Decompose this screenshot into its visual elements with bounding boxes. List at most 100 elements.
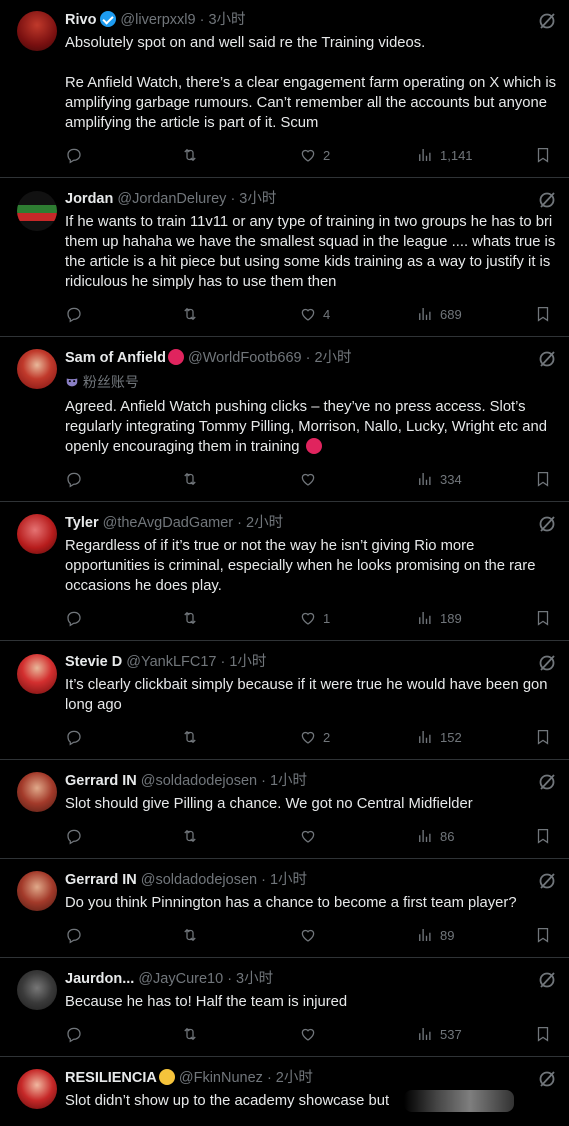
like-button[interactable] [299,925,317,945]
reply-button[interactable] [65,304,83,324]
reply-button[interactable] [65,608,83,628]
user-handle[interactable]: @JordanDelurey [117,191,226,207]
user-handle[interactable]: @WorldFootb669 [188,350,302,366]
avatar[interactable] [17,772,57,812]
tweet-item[interactable]: Rivo @liverpxxl9 · 3小时 Absolutely spot on… [0,0,569,178]
avatar[interactable] [17,970,57,1010]
tweet-header: Gerrard IN @soldadodejosen · 1小时 [65,771,307,791]
views-button[interactable]: 334 [416,469,462,489]
tweet-item[interactable]: Jaurdon... @JayCure10 · 3小时 Because he h… [0,958,569,1057]
avatar[interactable] [17,514,57,554]
user-handle[interactable]: @JayCure10 [138,971,223,987]
reply-button[interactable] [65,145,83,165]
bookmark-button[interactable] [534,727,552,747]
avatar[interactable] [17,191,57,231]
avatar[interactable] [17,871,57,911]
bookmark-button[interactable] [534,608,552,628]
bookmark-button[interactable] [534,1024,552,1044]
tweet-item[interactable]: Tyler @theAvgDadGamer · 2小时 Regardless o… [0,502,569,641]
retweet-button[interactable] [181,727,199,747]
grok-icon[interactable] [537,349,557,369]
retweet-button[interactable] [181,925,199,945]
timestamp[interactable]: · 2小时 [237,515,283,531]
avatar[interactable] [17,654,57,694]
retweet-button[interactable] [181,145,199,165]
grok-icon[interactable] [537,190,557,210]
display-name[interactable]: Gerrard IN [65,872,137,888]
display-name[interactable]: Jaurdon... [65,971,134,987]
retweet-icon [184,611,196,625]
retweet-button[interactable] [181,469,199,489]
display-name[interactable]: RESILIENCIA [65,1070,157,1086]
reply-button[interactable] [65,925,83,945]
timestamp[interactable]: · 2小时 [267,1070,313,1086]
avatar[interactable] [17,11,57,51]
bookmark-button[interactable] [534,826,552,846]
user-handle[interactable]: @YankLFC17 [126,654,216,670]
bookmark-icon [537,306,549,322]
timestamp[interactable]: · 1小时 [221,654,267,670]
like-button[interactable] [299,469,317,489]
display-name[interactable]: Sam of Anfield [65,350,166,366]
views-button[interactable]: 86 [416,826,454,846]
like-button[interactable]: 2 [299,727,330,747]
bookmark-icon [537,147,549,163]
tweet-item[interactable]: Jordan @JordanDelurey · 3小时 If he wants … [0,178,569,337]
tweet-item[interactable]: Gerrard IN @soldadodejosen · 1小时 Do you … [0,859,569,958]
views-button[interactable]: 89 [416,925,454,945]
display-name[interactable]: Tyler [65,515,99,531]
display-name[interactable]: Rivo [65,12,96,28]
views-button[interactable]: 1,141 [416,145,473,165]
user-handle[interactable]: @soldadodejosen [141,773,257,789]
retweet-button[interactable] [181,1024,199,1044]
views-button[interactable]: 189 [416,608,462,628]
like-button[interactable]: 4 [299,304,330,324]
grok-icon[interactable] [537,772,557,792]
avatar[interactable] [17,349,57,389]
grok-icon[interactable] [537,514,557,534]
tweet-item[interactable]: Gerrard IN @soldadodejosen · 1小时 Slot sh… [0,760,569,859]
views-button[interactable]: 689 [416,304,462,324]
user-handle[interactable]: @soldadodejosen [141,872,257,888]
like-button[interactable]: 2 [299,145,330,165]
views-button[interactable]: 537 [416,1024,462,1044]
display-name[interactable]: Jordan [65,191,113,207]
reply-button[interactable] [65,727,83,747]
timestamp[interactable]: · 3小时 [230,191,276,207]
view-count: 89 [440,927,455,943]
reply-button[interactable] [65,826,83,846]
timestamp[interactable]: · 1小时 [261,773,307,789]
views-button[interactable]: 152 [416,727,462,747]
timestamp[interactable]: · 2小时 [306,350,352,366]
timestamp[interactable]: · 3小时 [200,12,246,28]
reply-button[interactable] [65,469,83,489]
display-name[interactable]: Gerrard IN [65,773,137,789]
like-button[interactable] [299,1024,317,1044]
display-name[interactable]: Stevie D [65,654,122,670]
timestamp[interactable]: · 1小时 [261,872,307,888]
reply-icon [67,730,81,746]
reply-button[interactable] [65,1024,83,1044]
grok-icon[interactable] [537,1069,557,1089]
retweet-button[interactable] [181,304,199,324]
tweet-item[interactable]: Sam of Anfield @WorldFootb669 · 2小时 粉丝账号… [0,337,569,502]
tweet-item[interactable]: Stevie D @YankLFC17 · 1小时 It’s clearly c… [0,641,569,760]
timestamp[interactable]: · 3小时 [227,971,273,987]
grok-icon[interactable] [537,970,557,990]
views-icon [419,473,431,485]
bookmark-button[interactable] [534,925,552,945]
grok-icon[interactable] [537,653,557,673]
bookmark-button[interactable] [534,145,552,165]
grok-icon[interactable] [537,11,557,31]
grok-icon[interactable] [537,871,557,891]
user-handle[interactable]: @FkinNunez [179,1070,263,1086]
bookmark-button[interactable] [534,304,552,324]
retweet-button[interactable] [181,608,199,628]
bookmark-button[interactable] [534,469,552,489]
retweet-button[interactable] [181,826,199,846]
avatar[interactable] [17,1069,57,1109]
user-handle[interactable]: @theAvgDadGamer [103,515,234,531]
user-handle[interactable]: @liverpxxl9 [120,12,195,28]
like-button[interactable] [299,826,317,846]
like-button[interactable]: 1 [299,608,330,628]
